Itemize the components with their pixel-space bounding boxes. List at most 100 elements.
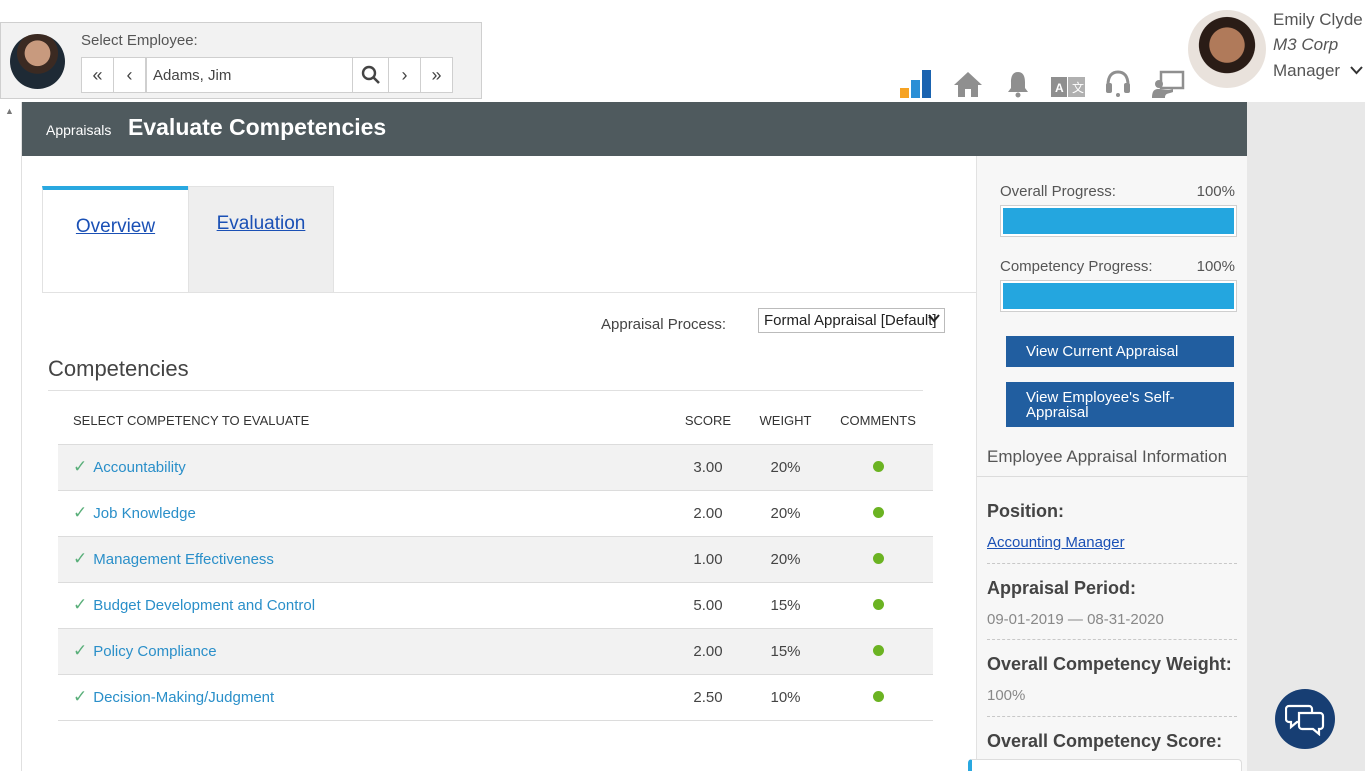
first-employee-button[interactable]: «	[81, 57, 114, 93]
employee-search-button[interactable]	[352, 57, 389, 93]
tab-divider	[42, 292, 976, 293]
weight-cell: 20%	[748, 490, 823, 537]
user-avatar[interactable]	[1188, 10, 1266, 88]
notifications-button[interactable]	[993, 62, 1043, 98]
page-title: Evaluate Competencies	[128, 114, 387, 140]
divider	[48, 390, 923, 391]
competency-score-label: Overall Competency Score:	[987, 731, 1223, 751]
top-toolbar: A文	[893, 62, 1193, 98]
analytics-button[interactable]	[893, 62, 943, 98]
competency-progress-label: Competency Progress:	[1000, 258, 1153, 275]
previous-employee-button[interactable]: ‹	[113, 57, 146, 93]
table-row: ✓ Budget Development and Control 5.00 15%	[58, 582, 933, 629]
position-link[interactable]: Accounting Manager	[987, 534, 1125, 551]
competencies-title: Competencies	[48, 356, 189, 381]
headset-icon	[1106, 70, 1130, 97]
support-button[interactable]	[1093, 62, 1143, 98]
competency-weight-value: 100%	[987, 687, 1026, 704]
home-button[interactable]	[943, 62, 993, 98]
appraisal-period-value: 09-01-2019 — 08-31-2020	[987, 611, 1164, 628]
overall-progress-bar	[1000, 205, 1237, 237]
appraisal-sidebar: Overall Progress: 100% Competency Progre…	[976, 156, 1248, 771]
bottom-panel-tab[interactable]	[968, 759, 1242, 771]
table-row: ✓ Job Knowledge 2.00 20%	[58, 490, 933, 537]
presentation-icon	[1152, 70, 1185, 98]
breadcrumb[interactable]: Appraisals	[46, 122, 111, 138]
score-cell: 2.50	[668, 674, 748, 721]
check-icon: ✓	[73, 457, 88, 476]
column-header-weight: WEIGHT	[748, 398, 823, 445]
tab-overview-label[interactable]: Overview	[76, 216, 155, 293]
last-employee-button[interactable]: »	[420, 57, 453, 93]
score-cell: 2.00	[668, 628, 748, 675]
language-button[interactable]: A文	[1043, 62, 1093, 98]
appraisal-process-select[interactable]: Formal Appraisal [Default]	[758, 308, 945, 333]
table-row: ✓ Accountability 3.00 20%	[58, 444, 933, 491]
employee-search-input[interactable]: Adams, Jim	[146, 57, 353, 93]
competency-progress-fill	[1003, 283, 1234, 309]
user-role: Manager	[1273, 61, 1341, 80]
check-icon: ✓	[73, 687, 88, 706]
svg-text:A: A	[1055, 81, 1064, 95]
training-button[interactable]	[1143, 62, 1193, 98]
position-label: Position:	[987, 501, 1064, 521]
search-icon	[361, 65, 380, 84]
competency-progress-value: 100%	[1196, 258, 1235, 275]
score-cell: 2.00	[668, 490, 748, 537]
employee-selector: Select Employee: « ‹ Adams, Jim › »	[0, 22, 482, 99]
next-employee-button[interactable]: ›	[388, 57, 421, 93]
comment-status-icon[interactable]	[872, 598, 884, 610]
comment-status-icon[interactable]	[872, 506, 884, 518]
double-chevron-right-icon: »	[431, 64, 442, 85]
chevron-down-icon	[928, 311, 940, 326]
comment-status-icon[interactable]	[872, 690, 884, 702]
column-header-competency: SELECT COMPETENCY TO EVALUATE	[58, 398, 668, 445]
page-header: Appraisals Evaluate Competencies	[22, 102, 1247, 156]
check-icon: ✓	[73, 503, 88, 522]
appraisal-process-label: Appraisal Process:	[601, 316, 727, 333]
tab-evaluation-label[interactable]: Evaluation	[217, 213, 306, 292]
check-icon: ✓	[73, 549, 88, 568]
weight-cell: 15%	[748, 582, 823, 629]
scrollbar[interactable]: ▲	[0, 102, 22, 771]
competency-link[interactable]: Budget Development and Control	[93, 597, 315, 614]
comment-status-icon[interactable]	[872, 644, 884, 656]
scroll-up-icon[interactable]: ▲	[5, 106, 14, 116]
competency-link[interactable]: Management Effectiveness	[93, 551, 274, 568]
translate-icon: A文	[1051, 77, 1085, 97]
employee-selector-label: Select Employee:	[81, 32, 198, 49]
comment-status-icon[interactable]	[872, 460, 884, 472]
competency-link[interactable]: Policy Compliance	[93, 643, 216, 660]
score-cell: 1.00	[668, 536, 748, 583]
employee-avatar	[10, 34, 65, 89]
user-name: Emily Clyde	[1273, 10, 1363, 29]
view-current-appraisal-button[interactable]: View Current Appraisal	[1006, 336, 1234, 367]
chevron-right-icon: ›	[401, 64, 408, 85]
divider	[987, 639, 1237, 640]
tab-overview[interactable]: Overview	[42, 186, 188, 293]
comment-status-icon[interactable]	[872, 552, 884, 564]
column-header-comments: COMMENTS	[823, 398, 933, 445]
competency-progress-bar	[1000, 280, 1237, 312]
weight-cell: 10%	[748, 674, 823, 721]
competency-link[interactable]: Accountability	[93, 459, 186, 476]
score-cell: 3.00	[668, 444, 748, 491]
user-menu-chevron-down-icon[interactable]	[1350, 62, 1363, 79]
table-header-row: SELECT COMPETENCY TO EVALUATE SCORE WEIG…	[58, 398, 933, 445]
view-self-appraisal-button[interactable]: View Employee's Self-Appraisal	[1006, 382, 1234, 427]
info-section-title: Employee Appraisal Information	[987, 447, 1228, 466]
page-background-right	[1247, 102, 1365, 771]
chat-button[interactable]	[1275, 689, 1335, 749]
double-chevron-left-icon: «	[92, 64, 103, 85]
overall-progress-fill	[1003, 208, 1234, 234]
score-cell: 5.00	[668, 582, 748, 629]
weight-cell: 20%	[748, 536, 823, 583]
table-row: ✓ Policy Compliance 2.00 15%	[58, 628, 933, 675]
competency-link[interactable]: Decision-Making/Judgment	[93, 689, 274, 706]
tab-evaluation[interactable]: Evaluation	[188, 186, 334, 293]
competency-link[interactable]: Job Knowledge	[93, 505, 196, 522]
overall-progress-value: 100%	[1196, 183, 1235, 200]
divider	[987, 716, 1237, 717]
check-icon: ✓	[73, 641, 88, 660]
column-header-score: SCORE	[668, 398, 748, 445]
